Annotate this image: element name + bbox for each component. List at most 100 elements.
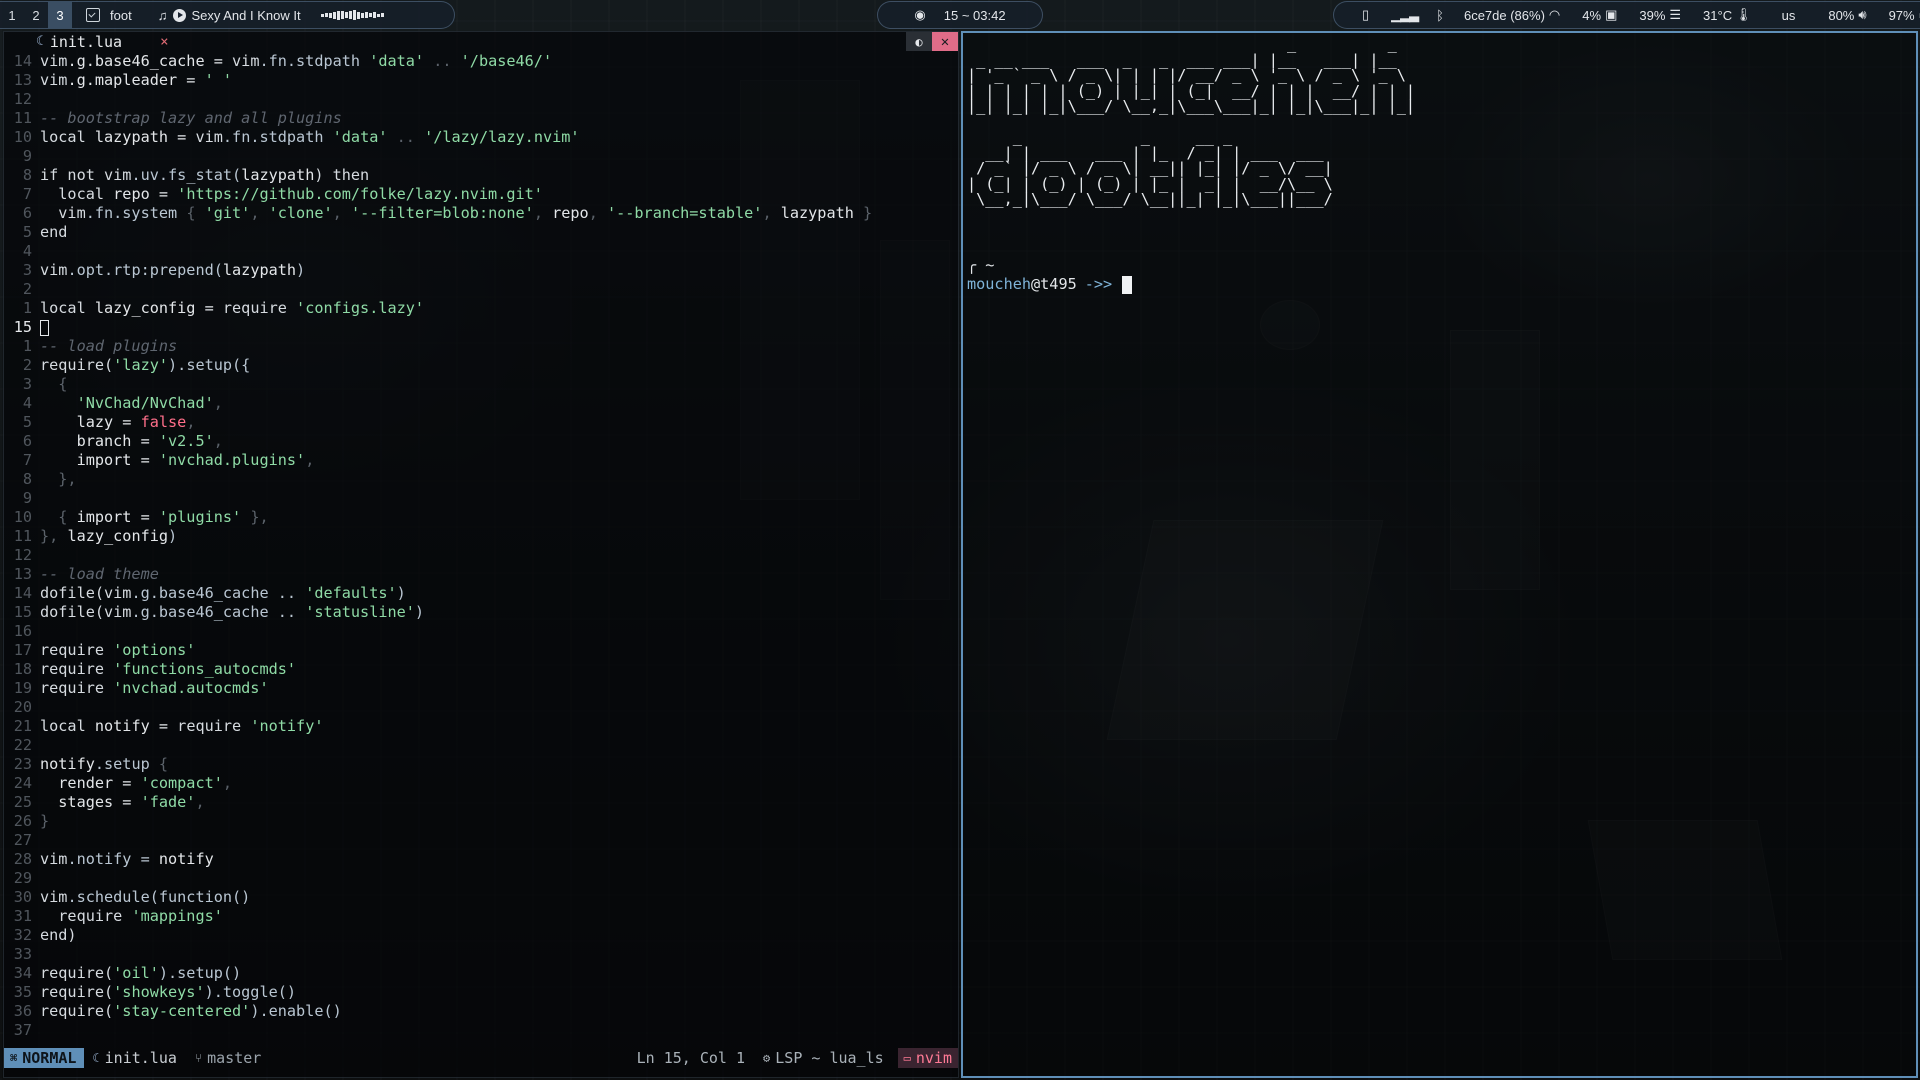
theme-toggle-icon[interactable]: ◐ [906, 32, 932, 51]
code-line[interactable]: 4 [4, 242, 958, 261]
project-name: ▭ nvim [897, 1048, 958, 1068]
code-line[interactable]: 6 branch = 'v2.5', [4, 432, 958, 451]
code-line[interactable]: 17 require 'options' [4, 641, 958, 660]
line-text: require 'mappings' [40, 907, 223, 926]
code-line[interactable]: 29 [4, 869, 958, 888]
code-line[interactable]: 11}, lazy_config) [4, 527, 958, 546]
code-line[interactable]: 10 { import = 'plugins' }, [4, 508, 958, 527]
line-number: 4 [22, 242, 32, 260]
code-line[interactable]: 1 local lazy_config = require 'configs.la… [4, 299, 958, 318]
code-line[interactable]: 8 }, [4, 470, 958, 489]
code-line[interactable]: 10 local lazypath = vim.fn.stdpath 'data'… [4, 128, 958, 147]
code-line[interactable]: 4 'NvChad/NvChad', [4, 394, 958, 413]
close-all-icon[interactable]: ✕ [932, 32, 958, 51]
code-line[interactable]: 24 render = 'compact', [4, 774, 958, 793]
keyboard-layout[interactable]: us [1782, 8, 1796, 23]
code-line[interactable]: 26} [4, 812, 958, 831]
code-line[interactable]: 2 [4, 280, 958, 299]
line-text: vim.fn.system { 'git', 'clone', '--filte… [40, 204, 872, 223]
code-token: false [140, 413, 187, 431]
code-line[interactable]: 21 local notify = require 'notify' [4, 717, 958, 736]
code-line[interactable]: 12 [4, 546, 958, 565]
temperature[interactable]: 31°C [1703, 8, 1732, 23]
code-area[interactable]: 1 4 vim.g.base46_cache = vim.fn.stdpath 'd… [4, 52, 958, 1040]
code-line[interactable]: 2 require('lazy').setup({ [4, 356, 958, 375]
code-line[interactable]: 27 [4, 831, 958, 850]
workspace-3[interactable]: 3 [48, 1, 72, 29]
code-line[interactable]: 12 [4, 90, 958, 109]
network-status[interactable]: 6ce7de (86%) [1464, 8, 1545, 23]
code-line[interactable]: 20 [4, 698, 958, 717]
code-line[interactable]: 1 -- load plugins [4, 337, 958, 356]
code-line[interactable]: 16 [4, 622, 958, 641]
volume[interactable]: 80% [1828, 8, 1854, 23]
code-line[interactable]: 32 end) [4, 926, 958, 945]
signal-bars-icon[interactable]: ▁▂▃ [1391, 7, 1419, 23]
code-line[interactable]: 33 [4, 945, 958, 964]
code-line[interactable]: 3 vim.opt.rtp:prepend(lazypath) [4, 261, 958, 280]
code-line[interactable]: 3 { [4, 375, 958, 394]
now-playing-title[interactable]: Sexy And I Know It [191, 8, 300, 23]
code-line[interactable]: 30 vim.schedule(function() [4, 888, 958, 907]
code-line[interactable]: 8 if not vim.uv.fs_stat(lazypath) then [4, 166, 958, 185]
code-line[interactable]: 14 dofile(vim.g.base46_cache .. 'defaults… [4, 584, 958, 603]
code-line[interactable]: 28 vim.notify = notify [4, 850, 958, 869]
code-line[interactable]: 6 vim.fn.system { 'git', 'clone', '--fil… [4, 204, 958, 223]
code-line[interactable]: 7 import = 'nvchad.plugins', [4, 451, 958, 470]
code-line[interactable]: 36 require('stay-centered').enable() [4, 1002, 958, 1021]
line-text: vim.g.base46_cache = vim.fn.stdpath 'dat… [40, 52, 552, 71]
code-token: local [40, 128, 95, 146]
clock[interactable]: 15 ~ 03:42 [944, 8, 1006, 23]
memory-usage[interactable]: 39% [1639, 8, 1665, 23]
terminal-pane[interactable]: _ _ _ __ ___ ___ _ _ ___ ___| |__ ___| |… [961, 31, 1918, 1078]
code-line[interactable]: 34 require('oil').setup() [4, 964, 958, 983]
code-line[interactable]: 14 vim.g.base46_cache = vim.fn.stdpath 'd… [4, 52, 958, 71]
code-token: 'clone' [268, 204, 333, 222]
code-token: 'plugins' [158, 508, 242, 526]
code-line[interactable]: 35 require('showkeys').toggle() [4, 983, 958, 1002]
code-line[interactable]: 19 require 'nvchad.autocmds' [4, 679, 958, 698]
code-line[interactable]: 23 notify.setup { [4, 755, 958, 774]
code-line[interactable]: 22 [4, 736, 958, 755]
code-line[interactable]: 13 vim.g.mapleader = ' ' [4, 71, 958, 90]
line-text: local lazy_config = require 'configs.laz… [40, 299, 424, 318]
code-line[interactable]: 25 stages = 'fade', [4, 793, 958, 812]
workspace-2[interactable]: 2 [24, 1, 48, 29]
editor-pane[interactable]: ☾ init.lua × ◐ ✕ 1 4 vim.g.base46_cache = … [3, 31, 959, 1078]
code-line[interactable]: 13 -- load theme [4, 565, 958, 584]
eye-icon[interactable]: ◉ [914, 7, 925, 23]
code-line[interactable]: 15 [4, 318, 958, 337]
code-token: require( [40, 1002, 114, 1020]
code-line[interactable]: 5 end [4, 223, 958, 242]
cpu-usage[interactable]: 4% [1582, 8, 1601, 23]
code-line[interactable]: 11 -- bootstrap lazy and all plugins [4, 109, 958, 128]
bluetooth-device-icon[interactable]: ▯ [1362, 7, 1369, 23]
line-number: 19 [13, 679, 32, 697]
code-line[interactable]: 31 require 'mappings' [4, 907, 958, 926]
line-text: import = 'nvchad.plugins', [40, 451, 315, 470]
line-number: 5 [22, 413, 32, 431]
code-line[interactable]: 9 [4, 147, 958, 166]
code-token: ).enable() [250, 1002, 342, 1020]
code-token: vim [104, 603, 132, 621]
line-text: require('oil').setup() [40, 964, 241, 983]
line-number: 1 [22, 299, 32, 317]
code-line[interactable]: 37 [4, 1021, 958, 1040]
battery-level[interactable]: 97% [1889, 8, 1915, 23]
code-line[interactable]: 7 local repo = 'https://github.com/folke… [4, 185, 958, 204]
line-number: 12 [13, 90, 32, 108]
line-text: { [40, 375, 67, 394]
shell-prompt[interactable]: moucheh @t495 ->> [967, 275, 1133, 294]
code-line[interactable]: 9 [4, 489, 958, 508]
bluetooth-icon[interactable]: ᛒ [1436, 8, 1444, 23]
prompt-user: moucheh [967, 275, 1032, 293]
workspace-1[interactable]: 1 [0, 1, 24, 29]
close-icon[interactable]: × [160, 34, 168, 50]
play-icon[interactable] [173, 8, 187, 22]
code-line[interactable]: 18 require 'functions_autocmds' [4, 660, 958, 679]
code-token: { [186, 204, 205, 222]
buffer-tab[interactable]: ☾ init.lua × [36, 32, 186, 51]
code-line[interactable]: 15 dofile(vim.g.base46_cache .. 'statusli… [4, 603, 958, 622]
code-line[interactable]: 5 lazy = false, [4, 413, 958, 432]
line-number: 12 [13, 546, 32, 564]
